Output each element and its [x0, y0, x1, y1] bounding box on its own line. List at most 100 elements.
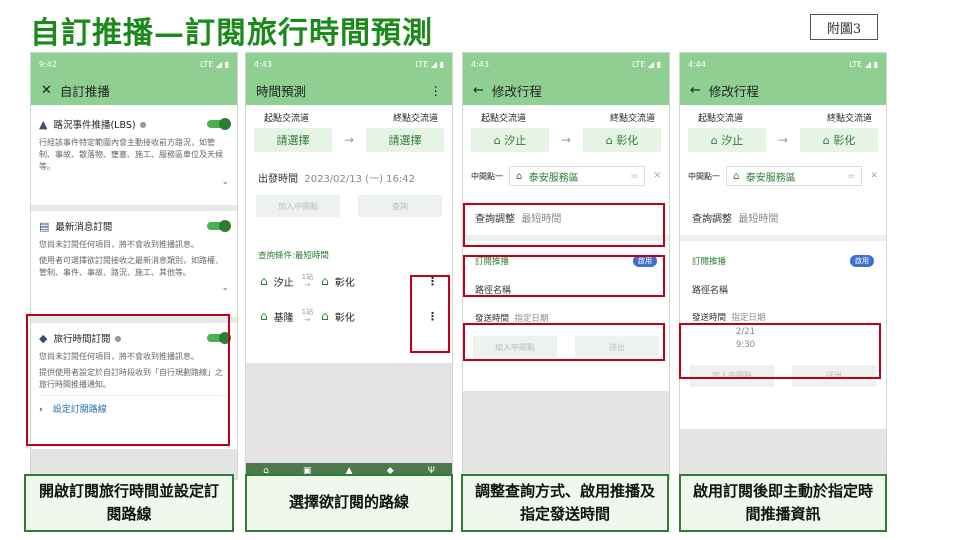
status-time: 4:43 [254, 59, 272, 69]
app-header: ← 修改行程 [680, 75, 886, 105]
status-icons: LTE ◢ ▮ [200, 59, 229, 69]
more-vert-icon[interactable]: ⋮ [430, 83, 443, 98]
route-to: 彰化 [334, 312, 355, 324]
card-news: ▤ 最新消息訂閱 您尚未訂閱任何項目，將不會收到推播訊息。 使用者可選擇欲訂閱接收… [31, 205, 237, 297]
card-label: 路況事件推播(LBS) [53, 120, 136, 131]
origin-value: 汐止 [504, 134, 527, 147]
highlight-push [463, 255, 665, 297]
status-icons: LTE ◢ ▮ [632, 59, 661, 69]
highlight-route-menus [410, 275, 450, 353]
news-icon: ▤ [39, 219, 50, 233]
interchange-icon: ⌂ [321, 274, 329, 289]
push-label: 訂閱推播 [692, 257, 727, 267]
caption-step-1: 開啟訂閱旅行時間並設定訂閱路線 [24, 474, 234, 532]
depart-time-row[interactable]: 出發時間 2023/02/13 (一) 16:42 [246, 160, 452, 195]
origin-label: 起點交流道 [481, 114, 527, 124]
card-lbs: ▲ 路況事件推播(LBS) ● 行經該事件特定範圍內會主動接收前方路況，如管制、事故… [31, 109, 237, 191]
waypoint-label: 中間點一 [688, 171, 720, 181]
slide: 自訂推播—訂閱旅行時間預測 附圖3 9:42 LTE ◢ ▮ ✕ 自訂推播 ▲ 路況事… [0, 0, 960, 540]
origin-select[interactable]: 請選擇 [254, 128, 332, 152]
slide-title: 自訂推播—訂閱旅行時間預測 [30, 16, 433, 51]
status-time: 4:44 [688, 59, 706, 69]
bottom-fill [680, 429, 886, 479]
road-icon: ▲ [39, 117, 48, 131]
depart-value: 2023/02/13 (一) 16:42 [304, 174, 415, 185]
waypoint-input[interactable]: ⌂ 泰安服務區 = [726, 166, 863, 186]
query-button[interactable]: 查詢 [358, 195, 442, 217]
status-bar: 9:42 LTE ◢ ▮ [31, 53, 237, 75]
route-name-label[interactable]: 路徑名稱 [680, 277, 886, 306]
screen-edit-trip-enabled: 4:44 LTE ◢ ▮ ← 修改行程 起點交流道 終點交流道 ⌂ 汐止 → ⌂ 彰化… [679, 52, 887, 480]
highlight-send-schedule [679, 323, 881, 379]
send-value: 指定日期 [731, 313, 766, 323]
route-stops: 1站 [301, 273, 314, 281]
status-bar: 4:44 LTE ◢ ▮ [680, 53, 886, 75]
waypoint-row: 中間點一 ⌂ 泰安服務區 = ✕ [680, 162, 886, 190]
back-arrow-icon[interactable]: ← [473, 83, 484, 98]
dest-value: 彰化 [833, 134, 856, 147]
interchange-icon: ⌂ [605, 133, 617, 147]
status-icons: LTE ◢ ▮ [849, 59, 878, 69]
highlight-travel-time-card [26, 314, 230, 446]
dest-value: 彰化 [616, 134, 639, 147]
origin-select[interactable]: ⌂ 汐止 [471, 128, 549, 152]
bottom-fill [463, 391, 669, 479]
origin-label: 起點交流道 [698, 114, 744, 124]
chevron-down-icon[interactable]: ⌄ [39, 177, 229, 187]
status-time: 4:43 [471, 59, 489, 69]
interchange-icon: ⌂ [733, 170, 746, 182]
interchange-icon: ⌂ [822, 133, 834, 147]
close-icon[interactable]: ✕ [653, 171, 661, 181]
dest-select[interactable]: ⌂ 彰化 [800, 128, 878, 152]
send-label: 發送時間 [692, 313, 727, 323]
interchange-icon: ⌂ [260, 274, 268, 289]
card-desc: 您尚未訂閱任何項目，將不會收到推播訊息。 [39, 240, 199, 249]
route-from: 基隆 [273, 312, 294, 324]
query-label: 查詢調整 [692, 214, 732, 225]
route-to: 彰化 [334, 277, 355, 289]
drag-handle-icon[interactable]: = [630, 171, 638, 182]
header-title: 修改行程 [708, 83, 759, 99]
origin-value: 汐止 [721, 134, 744, 147]
divider [680, 235, 886, 241]
app-header: ← 修改行程 [463, 75, 669, 105]
caption-step-2: 選擇欲訂閱的路線 [245, 474, 453, 532]
news-toggle[interactable] [207, 220, 231, 232]
arrow-right-icon: → [777, 133, 789, 147]
arrow-right-icon: → [343, 133, 355, 147]
query-condition: 查詢條件:最短時間 [258, 251, 329, 261]
status-bar: 4:43 LTE ◢ ▮ [463, 53, 669, 75]
status-icons: LTE ◢ ▮ [415, 59, 444, 69]
interchange-icon: ⌂ [710, 133, 722, 147]
drag-handle-icon[interactable]: = [847, 171, 855, 182]
app-header: ✕ 自訂推播 [31, 75, 237, 105]
info-icon[interactable]: ● [140, 120, 147, 129]
card-desc-2: 使用者可選擇欲訂閱接收之最新消息類別，如路權、管制、事件、事故、路況、施工、其他… [39, 256, 223, 277]
depart-label: 出發時間 [258, 174, 298, 185]
enable-badge[interactable]: 啟用 [850, 255, 874, 267]
dest-select[interactable]: ⌂ 彰化 [583, 128, 661, 152]
origin-select[interactable]: ⌂ 汐止 [688, 128, 766, 152]
chevron-down-icon[interactable]: ⌄ [39, 283, 229, 293]
status-bar: 4:43 LTE ◢ ▮ [246, 53, 452, 75]
query-adjust-row[interactable]: 查詢調整 最短時間 [680, 200, 886, 235]
origin-label: 起點交流道 [264, 114, 310, 124]
add-waypoint-button[interactable]: 加入中間點 [256, 195, 340, 217]
back-arrow-icon[interactable]: ← [690, 83, 701, 98]
highlight-query-adjust [463, 203, 665, 247]
waypoint-label: 中間點一 [471, 171, 503, 181]
route-stops: 1站 [301, 307, 314, 316]
screen-time-prediction: 4:43 LTE ◢ ▮ 時間預測 ⋮ 起點交流道 終點交流道 請選擇 → 請選擇 出… [245, 52, 453, 480]
close-icon[interactable]: ✕ [41, 83, 52, 98]
waypoint-input[interactable]: ⌂ 泰安服務區 = [509, 166, 646, 186]
caption-step-3: 調整查詢方式、啟用推播及指定發送時間 [461, 474, 669, 532]
interchange-icon: ⌂ [260, 309, 268, 324]
app-header: 時間預測 ⋮ [246, 75, 452, 105]
header-title: 自訂推播 [59, 83, 110, 99]
lbs-toggle[interactable] [207, 118, 231, 130]
close-icon[interactable]: ✕ [870, 171, 878, 181]
interchange-icon: ⌂ [321, 309, 329, 324]
status-time: 9:42 [39, 59, 57, 69]
dest-label: 終點交流道 [392, 114, 438, 124]
dest-select[interactable]: 請選擇 [366, 128, 444, 152]
